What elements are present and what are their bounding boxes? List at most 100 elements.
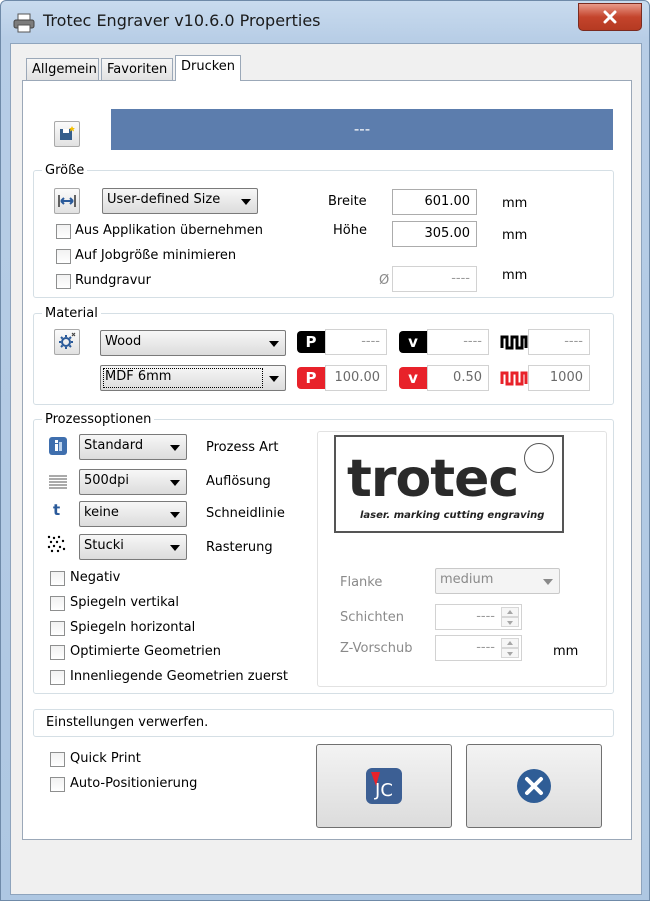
- minimize-job-label: Auf Jobgröße minimieren: [75, 248, 237, 263]
- tab-label: Favoriten: [107, 62, 168, 77]
- tab-allgemein[interactable]: Allgemein: [26, 58, 99, 80]
- resolution-label: Auflösung: [206, 474, 271, 489]
- window-close-button[interactable]: [578, 3, 642, 31]
- material-database-button[interactable]: [54, 329, 80, 355]
- width-unit: mm: [502, 196, 528, 211]
- rotary-checkbox[interactable]: [56, 274, 71, 289]
- velocity-icon-active: v: [399, 367, 427, 389]
- layers-stepper[interactable]: ----: [435, 604, 522, 630]
- stepper-up-icon[interactable]: [501, 607, 519, 617]
- save-settings-button[interactable]: [54, 121, 80, 147]
- process-options-label: Prozessoptionen: [42, 412, 155, 427]
- tab-drucken[interactable]: Drucken: [175, 55, 241, 81]
- process-type-label: Prozess Art: [206, 440, 279, 455]
- stepper-up-icon[interactable]: [501, 638, 519, 648]
- logo-seal-icon: [524, 443, 554, 473]
- cutline-select[interactable]: keine: [79, 501, 187, 527]
- size-preset-select[interactable]: User-defined Size: [102, 188, 258, 214]
- properties-window: Trotec Engraver v10.6.0 Properties Allge…: [0, 0, 650, 901]
- auto-position-checkbox[interactable]: [50, 777, 65, 792]
- tab-label: Drucken: [181, 59, 236, 74]
- mirror-horizontal-checkbox[interactable]: [50, 621, 65, 636]
- frequency-icon-active: [500, 367, 528, 389]
- frequency-field-top[interactable]: ----: [528, 329, 590, 355]
- cancel-icon: [517, 769, 551, 803]
- material-group-label: Material: [42, 306, 101, 321]
- velocity-icon: v: [399, 331, 427, 353]
- size-fit-button[interactable]: [54, 188, 80, 214]
- material-group: [33, 313, 614, 405]
- drucken-panel: --- Größe User-defined Size Aus Applikat…: [22, 80, 632, 840]
- inner-geometry-first-checkbox[interactable]: [50, 670, 65, 685]
- close-icon: [603, 10, 617, 24]
- power-icon-active: P: [297, 367, 325, 389]
- trotec-logo: trotec laser. marking cutting engraving: [334, 435, 564, 533]
- window-title: Trotec Engraver v10.6.0 Properties: [43, 11, 321, 30]
- mirror-vertical-label: Spiegeln vertikal: [70, 595, 179, 610]
- size-group-label: Größe: [42, 163, 88, 178]
- diameter-field[interactable]: ----: [392, 266, 477, 292]
- dialog-body: Allgemein Favoriten Drucken --- Größe Us…: [10, 43, 642, 895]
- rotary-label: Rundgravur: [75, 273, 152, 288]
- trotec-logo-tagline: laser. marking cutting engraving: [360, 510, 545, 521]
- resolution-select[interactable]: 500dpi: [79, 469, 187, 495]
- flank-label: Flanke: [340, 575, 383, 590]
- minimize-job-checkbox[interactable]: [56, 249, 71, 264]
- title-bar[interactable]: Trotec Engraver v10.6.0 Properties: [1, 1, 649, 41]
- tab-label: Allgemein: [32, 62, 97, 77]
- power-field[interactable]: 100.00: [325, 365, 387, 391]
- width-field[interactable]: 601.00: [392, 189, 477, 215]
- z-feed-stepper[interactable]: ----: [435, 635, 522, 661]
- quick-print-checkbox[interactable]: [50, 752, 65, 767]
- thickness-select[interactable]: MDF 6mm: [100, 365, 286, 391]
- save-icon: [60, 126, 75, 140]
- job-control-print-button[interactable]: JC: [316, 744, 452, 828]
- jobcontrol-icon: JC: [366, 768, 402, 804]
- discard-settings-link[interactable]: Einstellungen verwerfen.: [33, 709, 614, 737]
- from-application-checkbox[interactable]: [56, 224, 71, 239]
- material-settings-icon: [59, 332, 76, 349]
- height-field[interactable]: 305.00: [392, 221, 477, 247]
- height-label: Höhe: [333, 223, 367, 238]
- flank-select[interactable]: medium: [435, 568, 560, 594]
- svg-text:JC: JC: [374, 780, 393, 801]
- cancel-button[interactable]: [466, 744, 602, 828]
- stepper-down-icon[interactable]: [501, 648, 519, 658]
- trotec-logo-word: trotec: [347, 449, 519, 509]
- from-application-label: Aus Applikation übernehmen: [75, 223, 263, 238]
- tab-favoriten[interactable]: Favoriten: [101, 58, 173, 80]
- dither-icon: [47, 535, 67, 557]
- velocity-field-top[interactable]: ----: [427, 329, 489, 355]
- frequency-field[interactable]: 1000: [528, 365, 590, 391]
- select-value: 500dpi: [84, 473, 129, 488]
- select-value: keine: [84, 505, 119, 520]
- velocity-field[interactable]: 0.50: [427, 365, 489, 391]
- dither-select[interactable]: Stucki: [79, 534, 187, 560]
- printer-icon: [13, 13, 35, 33]
- mirror-vertical-checkbox[interactable]: [50, 596, 65, 611]
- dither-label: Rasterung: [206, 540, 273, 555]
- quick-print-label: Quick Print: [70, 751, 141, 766]
- z-feed-label: Z-Vorschub: [340, 641, 413, 656]
- resize-arrows-icon: [58, 195, 76, 207]
- select-value: medium: [440, 572, 494, 587]
- cutline-icon: t: [53, 501, 61, 519]
- auto-position-label: Auto-Positionierung: [70, 776, 198, 791]
- select-value: User-defined Size: [107, 192, 221, 207]
- select-value: Stucki: [84, 538, 124, 553]
- negative-checkbox[interactable]: [50, 571, 65, 586]
- optimized-geometry-checkbox[interactable]: [50, 645, 65, 660]
- stepper-down-icon[interactable]: [501, 617, 519, 627]
- process-type-icon: [49, 437, 67, 455]
- negative-label: Negativ: [70, 570, 121, 585]
- select-value: Standard: [84, 438, 144, 453]
- power-field-top[interactable]: ----: [325, 329, 387, 355]
- resolution-icon: [48, 474, 68, 494]
- width-label: Breite: [328, 194, 367, 209]
- process-type-select[interactable]: Standard: [79, 434, 187, 460]
- stepper-value: ----: [476, 609, 495, 624]
- cutline-label: Schneidlinie: [206, 506, 285, 521]
- power-icon: P: [297, 331, 325, 353]
- material-select[interactable]: Wood: [100, 330, 286, 356]
- optimized-geometry-label: Optimierte Geometrien: [70, 644, 222, 659]
